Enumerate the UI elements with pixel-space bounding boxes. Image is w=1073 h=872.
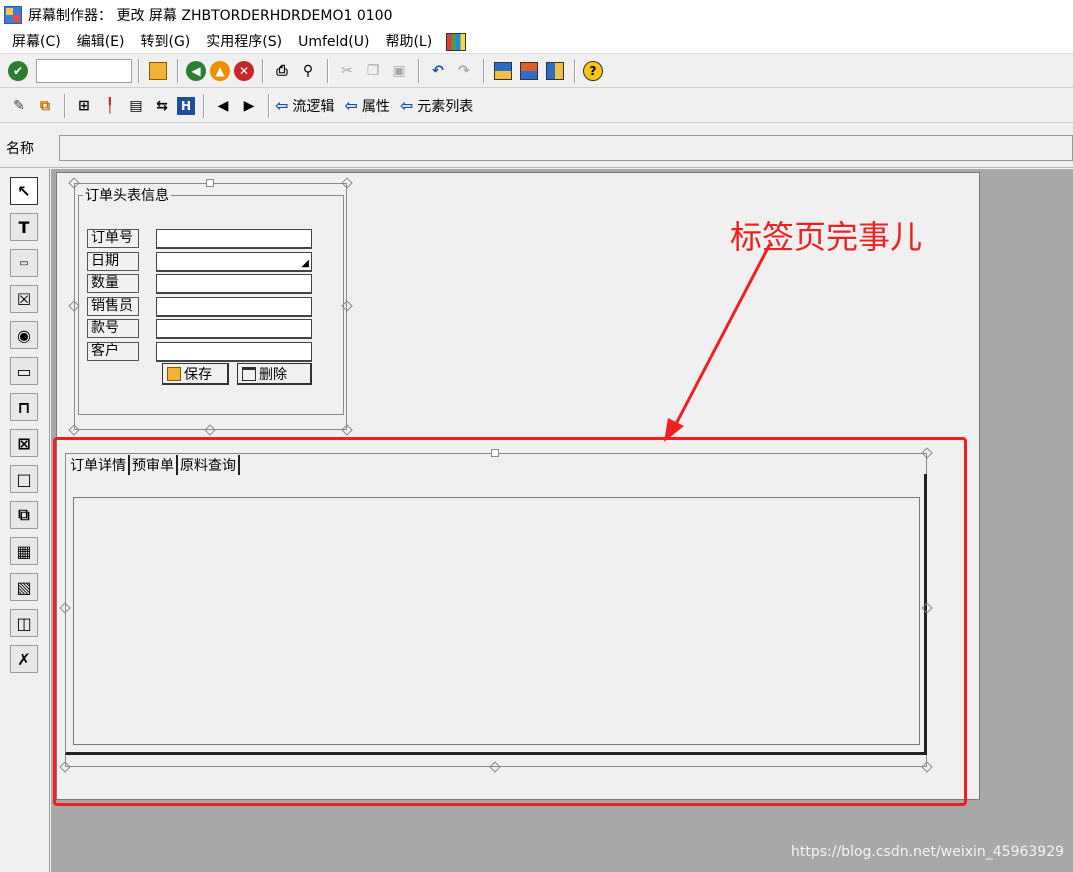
annotation-text: 标签页完事儿	[730, 218, 923, 256]
quantity-input[interactable]	[156, 274, 312, 294]
attributes-arrow-icon[interactable]: ⇦	[344, 96, 357, 115]
frame-title: 订单头表信息	[83, 185, 171, 205]
screen-painter-icon	[4, 6, 22, 24]
watermark: https://blog.csdn.net/weixin_45963929	[791, 844, 1065, 860]
undo-icon[interactable]: ↶	[427, 60, 449, 82]
tabstrip-tool-icon[interactable]: ⧉	[10, 501, 38, 529]
style-number-input[interactable]	[156, 319, 312, 339]
new-session-icon[interactable]	[492, 60, 514, 82]
dictionary-fields-icon[interactable]: ▤	[125, 95, 147, 117]
menu-environment[interactable]: Umfeld(U)	[290, 31, 377, 53]
paste-icon[interactable]: ▣	[388, 60, 410, 82]
trash-icon	[242, 366, 256, 381]
save-icon	[167, 366, 181, 381]
dropdown-marker-icon: ◢	[301, 258, 309, 269]
label-date[interactable]: 日期	[87, 252, 139, 271]
status-icon-tool-icon[interactable]: ✗	[10, 645, 38, 673]
previous-icon[interactable]: ◀	[212, 95, 234, 117]
name-input[interactable]	[59, 135, 1073, 161]
save-icon[interactable]	[147, 60, 169, 82]
custom-control-tool-icon[interactable]: ◫	[10, 609, 38, 637]
input-field-tool-icon[interactable]: ▭	[10, 249, 38, 277]
separator	[574, 59, 575, 83]
label-quantity[interactable]: 数量	[87, 274, 139, 293]
copy-icon[interactable]: ❐	[362, 60, 384, 82]
find-icon[interactable]: ⚲	[297, 60, 319, 82]
order-number-input[interactable]	[156, 229, 312, 249]
name-row: 名称	[0, 124, 1073, 168]
menu-help[interactable]: 帮助(L)	[377, 31, 440, 53]
pushbutton-tool-icon[interactable]: ▭	[10, 357, 38, 385]
menu-bar: 屏幕(C) 编辑(E) 转到(G) 实用程序(S) Umfeld(U) 帮助(L…	[0, 30, 1073, 54]
menu-goto[interactable]: 转到(G)	[132, 31, 198, 53]
name-label: 名称	[6, 141, 34, 157]
element-palette: ↖ T ▭ ☒ ◉ ▭ ⊓ ⊠ □ ⧉ ▦ ▧ ◫ ✗	[0, 169, 50, 872]
print-icon[interactable]: ⎙	[271, 60, 293, 82]
table-wizard-tool-icon[interactable]: ▧	[10, 573, 38, 601]
element-list-arrow-icon[interactable]: ⇦	[400, 96, 413, 115]
text-field-tool-icon[interactable]: T	[10, 213, 38, 241]
exit-icon[interactable]: ▲	[210, 61, 230, 81]
cut-icon[interactable]: ✂	[336, 60, 358, 82]
customize-layout-icon[interactable]	[446, 32, 467, 51]
layout-icon[interactable]	[518, 60, 540, 82]
shortcut-icon[interactable]	[544, 60, 566, 82]
attributes-button[interactable]: 属性	[362, 96, 390, 116]
label-salesperson[interactable]: 销售员	[87, 297, 139, 316]
resize-handle[interactable]	[206, 179, 214, 187]
next-icon[interactable]: ▶	[238, 95, 260, 117]
customer-input[interactable]	[156, 342, 312, 362]
table-control-tool-icon[interactable]: ▦	[10, 537, 38, 565]
separator	[138, 59, 139, 83]
checkbox-tool-icon[interactable]: ☒	[10, 285, 38, 313]
element-list-button[interactable]: 元素列表	[417, 96, 473, 116]
command-field[interactable]	[36, 59, 132, 83]
window-title: 屏幕制作器： 更改 屏幕 ZHBTORDERHDRDEMO1 0100	[28, 8, 393, 24]
standard-toolbar: ✔ ◀ ▲ ✕ ⎙ ⚲ ✂ ❐ ▣ ↶ ↷ ?	[0, 55, 1073, 88]
label-style-number[interactable]: 款号	[87, 319, 139, 338]
redo-icon[interactable]: ↷	[453, 60, 475, 82]
separator	[177, 59, 178, 83]
activate-icon[interactable]: ⧉	[34, 95, 56, 117]
flow-logic-arrow-icon[interactable]: ⇦	[275, 96, 288, 115]
pointer-tool-icon[interactable]: ↖	[10, 177, 38, 205]
pin-icon[interactable]: ╿	[99, 95, 121, 117]
label-order-number[interactable]: 订单号	[87, 229, 139, 248]
subscreen-tool-icon[interactable]: □	[10, 465, 38, 493]
save-button-label: 保存	[184, 366, 212, 383]
check-object-icon[interactable]: ✎	[8, 95, 30, 117]
annotation-highlight-box	[53, 437, 967, 806]
separator	[327, 59, 328, 83]
menu-screen[interactable]: 屏幕(C)	[4, 31, 69, 53]
delete-button-label: 删除	[259, 366, 287, 383]
separator	[483, 59, 484, 83]
radio-button-tool-icon[interactable]: ◉	[10, 321, 38, 349]
menu-utilities[interactable]: 实用程序(S)	[198, 31, 290, 53]
date-input[interactable]: ◢	[156, 252, 312, 272]
separator	[262, 59, 263, 83]
separator	[268, 93, 269, 118]
application-toolbar: ✎ ⧉ ⊞ ╿ ▤ ⇆ H ◀ ▶ ⇦ 流逻辑 ⇦ 属性 ⇦ 元素列表	[0, 89, 1073, 123]
delete-button[interactable]: 删除	[237, 363, 312, 385]
enter-check-icon[interactable]: ✔	[8, 61, 28, 81]
tabstrip-wizard-tool-icon[interactable]: ⊠	[10, 429, 38, 457]
frame-tool-icon[interactable]: ⊓	[10, 393, 38, 421]
separator	[418, 59, 419, 83]
flow-logic-button[interactable]: 流逻辑	[292, 96, 334, 116]
back-icon[interactable]: ◀	[186, 61, 206, 81]
title-bar: 屏幕制作器： 更改 屏幕 ZHBTORDERHDRDEMO1 0100	[0, 0, 1073, 30]
separator	[203, 93, 204, 118]
salesperson-input[interactable]	[156, 297, 312, 317]
save-button[interactable]: 保存	[162, 363, 229, 385]
cancel-icon[interactable]: ✕	[234, 61, 254, 81]
info-icon[interactable]: H	[177, 96, 195, 115]
hierarchy-icon[interactable]: ⊞	[73, 95, 95, 117]
label-customer[interactable]: 客户	[87, 342, 139, 361]
menu-edit[interactable]: 编辑(E)	[69, 31, 133, 53]
connect-icon[interactable]: ⇆	[151, 95, 173, 117]
separator	[64, 93, 65, 118]
help-icon[interactable]: ?	[583, 61, 603, 81]
